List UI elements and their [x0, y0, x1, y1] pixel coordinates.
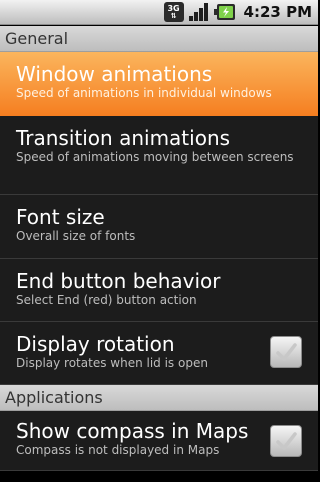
- settings-list: General Window animations Speed of anima…: [0, 26, 318, 471]
- setting-summary: Overall size of fonts: [16, 229, 136, 243]
- checkmark-icon: [276, 432, 297, 450]
- clock-time: 4:23 PM: [243, 3, 312, 21]
- setting-transition-animations[interactable]: Transition animations Speed of animation…: [0, 116, 318, 195]
- setting-summary: Speed of animations moving between scree…: [16, 150, 294, 164]
- section-header-applications: Applications: [0, 385, 318, 411]
- show-compass-checkbox[interactable]: [270, 425, 302, 457]
- setting-end-button-behavior[interactable]: End button behavior Select End (red) but…: [0, 259, 318, 322]
- status-bar: 3G ⇅ 4:23 PM: [0, 0, 318, 25]
- setting-summary: Select End (red) button action: [16, 293, 197, 307]
- setting-title: Show compass in Maps: [16, 419, 249, 443]
- display-rotation-checkbox[interactable]: [270, 336, 302, 368]
- setting-title: Display rotation: [16, 332, 175, 356]
- setting-title: Window animations: [16, 62, 213, 86]
- setting-title: Transition animations: [16, 126, 231, 150]
- setting-show-compass-in-maps[interactable]: Show compass in Maps Compass is not disp…: [0, 411, 318, 471]
- battery-charging-icon: [213, 3, 236, 21]
- network-3g-icon: 3G ⇅: [163, 2, 184, 22]
- setting-summary: Display rotates when lid is open: [16, 356, 208, 370]
- setting-display-rotation[interactable]: Display rotation Display rotates when li…: [0, 322, 318, 385]
- signal-strength-icon: [188, 2, 210, 22]
- setting-summary: Compass is not displayed in Maps: [16, 443, 220, 457]
- setting-window-animations[interactable]: Window animations Speed of animations in…: [0, 52, 318, 116]
- checkmark-icon: [276, 343, 297, 361]
- setting-title: End button behavior: [16, 269, 221, 293]
- setting-summary: Speed of animations in individual window…: [16, 86, 272, 100]
- section-header-general: General: [0, 26, 318, 52]
- setting-title: Font size: [16, 205, 105, 229]
- setting-font-size[interactable]: Font size Overall size of fonts: [0, 195, 318, 259]
